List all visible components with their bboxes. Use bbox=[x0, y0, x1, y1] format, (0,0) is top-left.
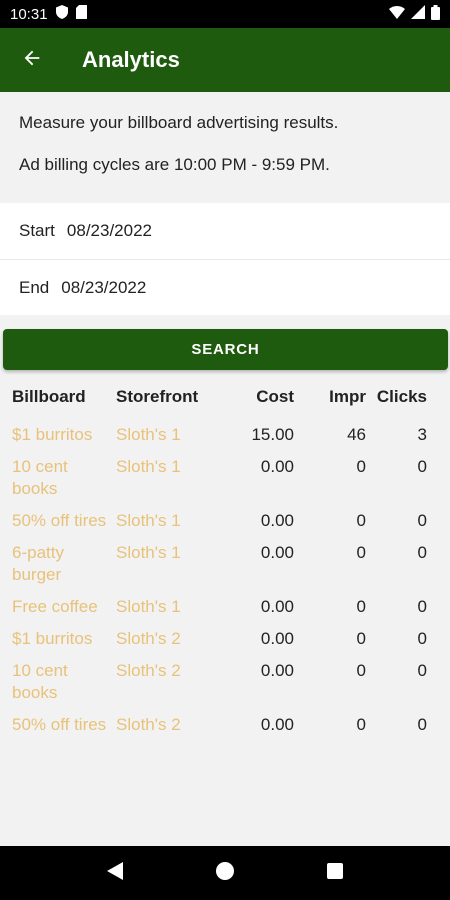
end-date-row: End bbox=[0, 259, 450, 315]
table-row: Free coffee Sloth's 1 0.00 0 0 bbox=[0, 586, 450, 618]
app-bar: Analytics bbox=[0, 28, 450, 92]
table-header: Billboard Storefront Cost Impr Clicks bbox=[0, 380, 450, 414]
storefront-link[interactable]: Sloth's 2 bbox=[110, 660, 216, 682]
clicks-cell: 0 bbox=[417, 457, 427, 476]
signal-icon bbox=[411, 5, 425, 23]
table-body: $1 burritos Sloth's 1 15.00 46 3 10 cent… bbox=[0, 414, 450, 736]
nav-home-button[interactable] bbox=[205, 853, 245, 893]
clicks-cell: 0 bbox=[417, 597, 427, 616]
cost-cell: 0.00 bbox=[260, 597, 294, 616]
storefront-link[interactable]: Sloth's 1 bbox=[110, 542, 216, 564]
column-header-storefront: Storefront bbox=[116, 387, 199, 406]
storefront-link[interactable]: Sloth's 2 bbox=[110, 714, 216, 736]
column-header-cost: Cost bbox=[256, 387, 294, 406]
column-header-billboard: Billboard bbox=[12, 387, 86, 406]
table-row: 10 cent books Sloth's 1 0.00 0 0 bbox=[0, 446, 450, 500]
billboard-link[interactable]: $1 burritos bbox=[0, 628, 110, 650]
square-recents-icon bbox=[327, 862, 343, 884]
results-table: Billboard Storefront Cost Impr Clicks $1… bbox=[0, 380, 450, 846]
cost-cell: 0.00 bbox=[260, 629, 294, 648]
impr-cell: 0 bbox=[356, 511, 366, 530]
clicks-cell: 0 bbox=[417, 661, 427, 680]
clicks-cell: 0 bbox=[417, 511, 427, 530]
billboard-link[interactable]: Free coffee bbox=[0, 596, 110, 618]
table-row: 50% off tires Sloth's 2 0.00 0 0 bbox=[0, 704, 450, 736]
table-row: 50% off tires Sloth's 1 0.00 0 0 bbox=[0, 500, 450, 532]
start-date-label: Start bbox=[19, 221, 55, 240]
end-date-field[interactable] bbox=[61, 277, 262, 298]
status-bar: 10:31 bbox=[0, 0, 450, 28]
impr-cell: 46 bbox=[347, 425, 366, 444]
column-header-clicks: Clicks bbox=[376, 387, 427, 406]
cost-cell: 0.00 bbox=[260, 543, 294, 562]
clicks-cell: 3 bbox=[417, 425, 427, 444]
shield-icon bbox=[55, 5, 68, 23]
billboard-link[interactable]: $1 burritos bbox=[0, 424, 110, 446]
description-line-2: Ad billing cycles are 10:00 PM - 9:59 PM… bbox=[19, 155, 330, 174]
start-date-row: Start bbox=[0, 203, 450, 259]
storefront-link[interactable]: Sloth's 2 bbox=[110, 628, 216, 650]
table-row: 10 cent books Sloth's 2 0.00 0 0 bbox=[0, 650, 450, 704]
table-row: $1 burritos Sloth's 1 15.00 46 3 bbox=[0, 414, 450, 446]
arrow-left-icon bbox=[21, 47, 43, 74]
triangle-back-icon bbox=[107, 861, 123, 885]
nav-back-button[interactable] bbox=[95, 853, 135, 893]
storefront-link[interactable]: Sloth's 1 bbox=[110, 596, 216, 618]
storefront-link[interactable]: Sloth's 1 bbox=[110, 456, 216, 478]
table-row: $1 burritos Sloth's 2 0.00 0 0 bbox=[0, 618, 450, 650]
billboard-link[interactable]: 10 cent books bbox=[0, 660, 110, 704]
sd-card-icon bbox=[75, 5, 87, 23]
page-title: Analytics bbox=[82, 47, 180, 72]
system-nav-bar bbox=[0, 846, 450, 900]
start-date-field[interactable] bbox=[66, 221, 267, 241]
search-button[interactable]: SEARCH bbox=[3, 329, 448, 370]
end-date-label: End bbox=[19, 277, 50, 297]
status-time: 10:31 bbox=[10, 5, 48, 23]
billboard-link[interactable]: 50% off tires bbox=[0, 510, 110, 532]
cost-cell: 0.00 bbox=[260, 511, 294, 530]
table-row: 6-patty burger Sloth's 1 0.00 0 0 bbox=[0, 532, 450, 586]
clicks-cell: 0 bbox=[417, 715, 427, 734]
billboard-link[interactable]: 6-patty burger bbox=[0, 542, 110, 586]
impr-cell: 0 bbox=[356, 629, 366, 648]
cost-cell: 15.00 bbox=[251, 425, 294, 444]
billboard-link[interactable]: 10 cent books bbox=[0, 456, 110, 500]
wifi-icon bbox=[389, 5, 405, 23]
description-line-1: Measure your billboard advertising resul… bbox=[19, 113, 339, 132]
impr-cell: 0 bbox=[356, 661, 366, 680]
impr-cell: 0 bbox=[356, 457, 366, 476]
billboard-link[interactable]: 50% off tires bbox=[0, 714, 110, 736]
description: Measure your billboard advertising resul… bbox=[0, 92, 450, 202]
impr-cell: 0 bbox=[356, 543, 366, 562]
circle-home-icon bbox=[216, 861, 234, 885]
storefront-link[interactable]: Sloth's 1 bbox=[110, 424, 216, 446]
back-button[interactable] bbox=[0, 28, 64, 92]
nav-recents-button[interactable] bbox=[315, 853, 355, 893]
clicks-cell: 0 bbox=[417, 629, 427, 648]
cost-cell: 0.00 bbox=[260, 661, 294, 680]
clicks-cell: 0 bbox=[417, 543, 427, 562]
column-header-impr: Impr bbox=[329, 387, 366, 406]
cost-cell: 0.00 bbox=[260, 715, 294, 734]
impr-cell: 0 bbox=[356, 597, 366, 616]
battery-icon bbox=[431, 4, 440, 24]
cost-cell: 0.00 bbox=[260, 457, 294, 476]
impr-cell: 0 bbox=[356, 715, 366, 734]
storefront-link[interactable]: Sloth's 1 bbox=[110, 510, 216, 532]
